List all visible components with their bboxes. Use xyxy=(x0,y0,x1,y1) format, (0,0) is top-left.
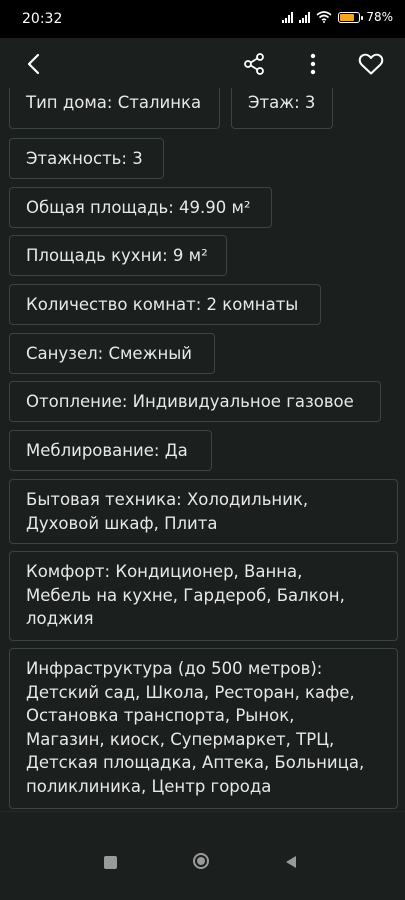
chip-comfort: Комфорт: Кондиционер, Ванна, Мебель на к… xyxy=(9,551,398,641)
more-button[interactable] xyxy=(295,46,331,82)
chip-furnished: Меблирование: Да xyxy=(9,430,212,471)
chip-line: Духовой шкаф, Плита xyxy=(26,513,218,533)
chip-line: Бытовая техника: Холодильник, xyxy=(26,490,309,509)
signal-icon-2 xyxy=(299,11,311,23)
chip-line: Магазин, киоск, Супермаркет, ТРЦ, xyxy=(26,729,335,749)
triangle-back-icon[interactable] xyxy=(284,855,298,869)
chip-label: Отопление: Индивидуальное газовое xyxy=(26,392,354,411)
chip-heating: Отопление: Индивидуальное газовое xyxy=(9,381,381,422)
battery-percent: 78% xyxy=(366,10,393,24)
chip-label: Этажность: 3 xyxy=(26,149,143,168)
chip-label: Общая площадь: 49.90 м² xyxy=(26,198,251,217)
chip-floor: Этаж: 3 xyxy=(231,88,333,129)
chip-label: Площадь кухни: 9 м² xyxy=(26,246,208,265)
chip-label: Меблирование: Да xyxy=(26,441,188,460)
back-button[interactable] xyxy=(16,46,52,82)
listing-details: Тип дома: Сталинка Этаж: 3 Этажность: 3 … xyxy=(0,88,405,818)
signal-icon xyxy=(282,11,294,23)
back-arrow-icon xyxy=(27,53,40,75)
chip-rooms: Количество комнат: 2 комнаты xyxy=(9,284,321,325)
favorite-button[interactable] xyxy=(353,46,389,82)
share-button[interactable] xyxy=(236,46,272,82)
chip-line: Комфорт: Кондиционер, Ванна, xyxy=(26,562,303,581)
chip-infrastructure: Инфраструктура (до 500 метров): Детский … xyxy=(9,648,398,809)
top-app-bar xyxy=(0,38,405,88)
chip-house-type: Тип дома: Сталинка xyxy=(9,88,220,129)
chip-label: Количество комнат: 2 комнаты xyxy=(26,295,299,314)
chip-line: Детская площадка, Аптека, Больница, xyxy=(26,753,365,772)
screen: Тип дома: Сталинка Этаж: 3 Этажность: 3 … xyxy=(0,38,405,900)
chip-floors-total: Этажность: 3 xyxy=(9,138,164,179)
wifi-icon xyxy=(316,11,332,23)
chip-total-area: Общая площадь: 49.90 м² xyxy=(9,187,272,228)
chip-line: Мебель на кухне, Гардероб, Балкон, xyxy=(26,585,345,605)
chip-line: лоджия xyxy=(26,609,94,628)
battery-icon xyxy=(338,11,364,23)
chip-label: Этаж: 3 xyxy=(248,93,316,112)
more-vertical-icon xyxy=(310,53,316,75)
share-icon xyxy=(244,53,264,75)
status-time: 20:32 xyxy=(22,11,63,27)
chip-line: Детский сад, Школа, Ресторан, кафе, xyxy=(26,682,355,702)
chip-label: Санузел: Смежный xyxy=(26,344,192,363)
chip-line: поликлиника, Центр города xyxy=(26,776,272,796)
square-recents-icon[interactable] xyxy=(104,856,117,869)
chip-appliances: Бытовая техника: Холодильник, Духовой шк… xyxy=(9,479,398,544)
chip-kitchen-area: Площадь кухни: 9 м² xyxy=(9,235,227,276)
chip-line: Инфраструктура (до 500 метров): xyxy=(26,659,323,678)
heart-icon xyxy=(358,53,384,75)
system-nav-bar xyxy=(0,812,405,900)
chip-bathroom: Санузел: Смежный xyxy=(9,333,215,374)
status-bar: 20:32 78% xyxy=(0,0,405,38)
circle-home-icon[interactable] xyxy=(193,853,209,869)
chip-line: Остановка транспорта, Рынок, xyxy=(26,706,295,725)
chip-label: Тип дома: Сталинка xyxy=(26,93,202,112)
